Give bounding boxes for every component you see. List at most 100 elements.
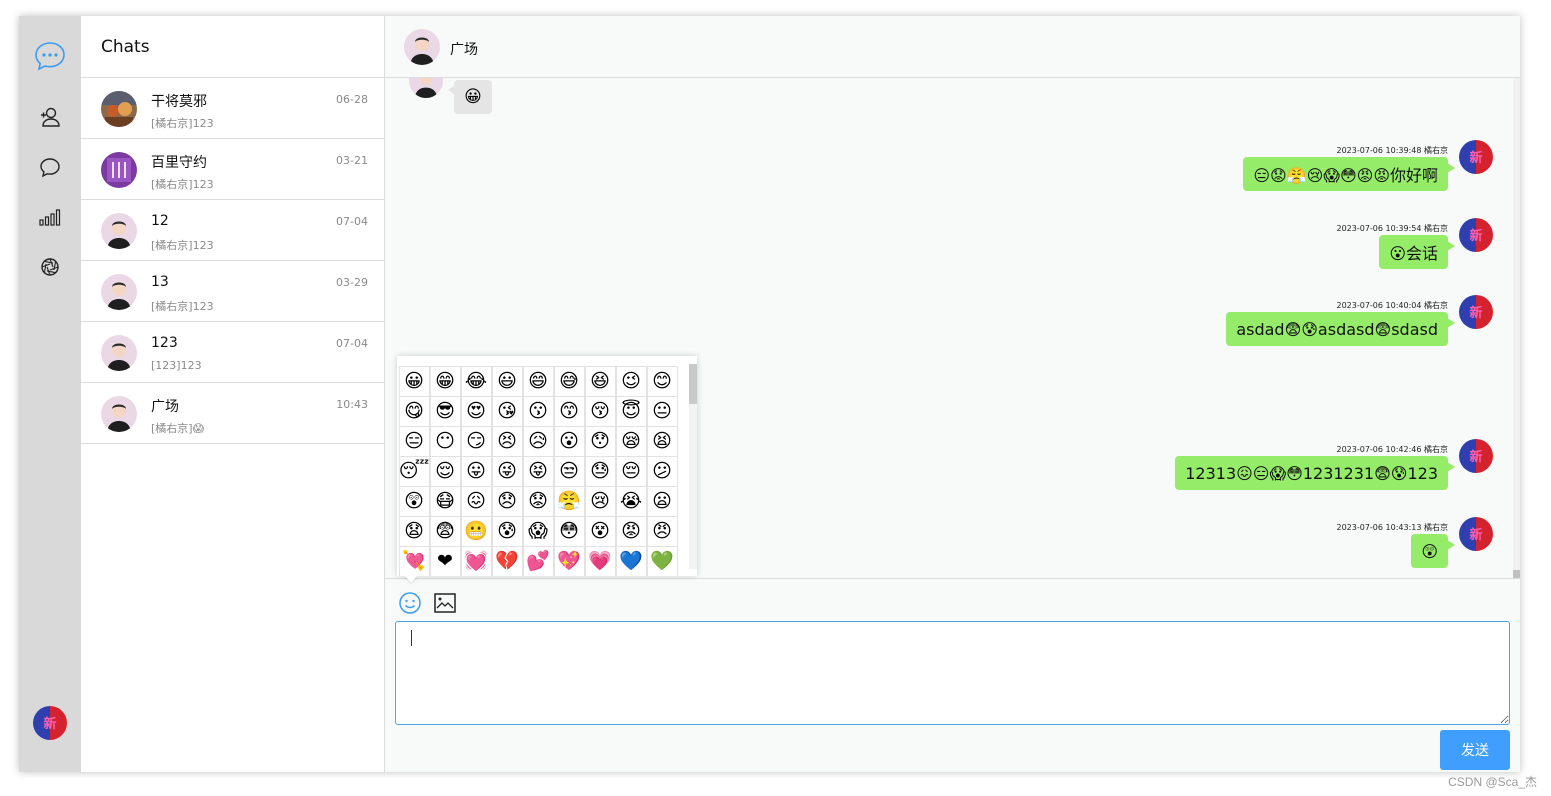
outgoing-message-bubble: asdad😨😰asdasd😨sdasd: [1226, 312, 1455, 346]
emoji-option[interactable]: 😷: [429, 485, 461, 517]
my-avatar[interactable]: 新: [33, 706, 67, 740]
chat-name: 13: [151, 274, 169, 290]
emoji-option[interactable]: 😡: [615, 515, 647, 547]
emoji-option[interactable]: 😝: [522, 455, 554, 487]
emoji-option[interactable]: 😙: [553, 395, 585, 427]
chat-item-ganjiang[interactable]: 干将莫邪 [橘右京]123 06-28: [81, 78, 384, 139]
emoji-option[interactable]: 😜: [491, 455, 523, 487]
emoji-option[interactable]: 😅: [553, 365, 585, 397]
emoji-option[interactable]: 💖: [553, 545, 585, 576]
emoji-option[interactable]: 😶: [429, 425, 461, 457]
emoji-option[interactable]: 😎: [429, 395, 461, 427]
chat-item-13[interactable]: 13 [橘右京]123 03-29: [81, 261, 384, 322]
emoji-option[interactable]: 💓: [460, 545, 492, 576]
chat-preview: [橘右京]123: [151, 300, 214, 313]
emoji-option[interactable]: 💕: [522, 545, 554, 576]
emoji-option[interactable]: 😔: [615, 455, 647, 487]
emoji-option[interactable]: 😊: [646, 365, 678, 397]
emoji-option[interactable]: 😲: [398, 485, 430, 517]
chat-name: 123: [151, 335, 178, 351]
emoji-option[interactable]: 💗: [584, 545, 616, 576]
emoji-option[interactable]: 😞: [491, 485, 523, 517]
emoji-option[interactable]: 💔: [491, 545, 523, 576]
emoji-option[interactable]: 😍: [460, 395, 492, 427]
message-meta: 2023-07-06 10:40:04 橘右京: [1336, 301, 1448, 310]
message-meta: 2023-07-06 10:42:46 橘右京: [1336, 445, 1448, 454]
emoji-option[interactable]: 😁: [429, 365, 461, 397]
emoji-option[interactable]: 💚: [646, 545, 678, 576]
avatar: [404, 29, 440, 65]
emoji-option[interactable]: 😄: [522, 365, 554, 397]
emoji-option[interactable]: 😤: [553, 485, 585, 517]
emoji-option[interactable]: 😪: [615, 425, 647, 457]
scrollbar-thumb[interactable]: [1513, 570, 1520, 578]
aperture-icon[interactable]: [19, 256, 81, 278]
emoji-option[interactable]: 💙: [615, 545, 647, 576]
emoji-option[interactable]: 😓: [584, 455, 616, 487]
chat-item-123[interactable]: 123 [123]123 07-04: [81, 322, 384, 383]
emoji-option[interactable]: 😰: [491, 515, 523, 547]
add-user-icon[interactable]: [19, 106, 81, 128]
chat-date: 03-29: [336, 276, 368, 289]
emoji-option[interactable]: ❤: [429, 545, 461, 576]
chat-name: 百里守约: [151, 155, 207, 171]
emoji-option[interactable]: 😏: [460, 425, 492, 457]
emoji-option[interactable]: 😘: [491, 395, 523, 427]
svg-text:新: 新: [1469, 228, 1482, 244]
emoji-option[interactable]: 😭: [615, 485, 647, 517]
message-input[interactable]: [395, 621, 1510, 725]
chat-bubble-icon[interactable]: [19, 38, 81, 74]
emoji-option[interactable]: 😵: [584, 515, 616, 547]
text-caret: [411, 630, 412, 646]
emoji-option[interactable]: 😃: [491, 365, 523, 397]
emoji-option[interactable]: 😟: [522, 485, 554, 517]
emoji-option[interactable]: 😴: [398, 455, 430, 487]
emoji-option[interactable]: 😂: [460, 365, 492, 397]
emoji-option[interactable]: 😳: [553, 515, 585, 547]
signal-bars-icon[interactable]: [19, 206, 81, 228]
emoji-scrollbar[interactable]: [689, 364, 697, 569]
emoji-option[interactable]: 😛: [460, 455, 492, 487]
emoji-option[interactable]: 😀: [398, 365, 430, 397]
emoji-option[interactable]: 😇: [615, 395, 647, 427]
emoji-option[interactable]: 😕: [646, 455, 678, 487]
emoji-option[interactable]: 😬: [460, 515, 492, 547]
emoji-option[interactable]: 😐: [646, 395, 678, 427]
emoji-option[interactable]: 😆: [584, 365, 616, 397]
emoji-option[interactable]: 😥: [522, 425, 554, 457]
emoji-option[interactable]: 😖: [460, 485, 492, 517]
emoji-option[interactable]: 😨: [429, 515, 461, 547]
emoji-option[interactable]: 😦: [646, 485, 678, 517]
message-scrollbar[interactable]: [1513, 78, 1520, 578]
emoji-option[interactable]: 😣: [491, 425, 523, 457]
emoji-option[interactable]: 😯: [584, 425, 616, 457]
emoji-option[interactable]: 😋: [398, 395, 430, 427]
comment-icon[interactable]: [19, 156, 81, 178]
emoji-option[interactable]: 😗: [522, 395, 554, 427]
emoji-option[interactable]: 😉: [615, 365, 647, 397]
chat-date: 03-21: [336, 154, 368, 167]
scrollbar-thumb[interactable]: [689, 364, 697, 404]
avatar: [101, 213, 137, 249]
emoji-option[interactable]: 😌: [429, 455, 461, 487]
smile-icon[interactable]: [398, 591, 422, 615]
emoji-option[interactable]: 😮: [553, 425, 585, 457]
emoji-option[interactable]: 😑: [398, 425, 430, 457]
message-text: 😮会话: [1389, 244, 1438, 263]
chat-item-plaza[interactable]: 广场 [橘右京]😱 10:43: [81, 383, 384, 444]
emoji-option[interactable]: 😢: [584, 485, 616, 517]
emoji-option[interactable]: 😒: [553, 455, 585, 487]
image-icon[interactable]: [433, 591, 457, 615]
emoji-option[interactable]: 😚: [584, 395, 616, 427]
emoji-option[interactable]: 😧: [398, 515, 430, 547]
chat-item-baili[interactable]: 百里守约 [橘右京]123 03-21: [81, 139, 384, 200]
chat-name: 12: [151, 213, 169, 229]
emoji-option[interactable]: 😱: [522, 515, 554, 547]
chat-item-12[interactable]: 12 [橘右京]123 07-04: [81, 200, 384, 261]
chat-date: 07-04: [336, 337, 368, 350]
emoji-picker-pointer: [405, 576, 417, 583]
emoji-option[interactable]: 😫: [646, 425, 678, 457]
emoji-option[interactable]: 😠: [646, 515, 678, 547]
send-button[interactable]: 发送: [1440, 730, 1510, 770]
emoji-option[interactable]: 💘: [398, 545, 430, 576]
